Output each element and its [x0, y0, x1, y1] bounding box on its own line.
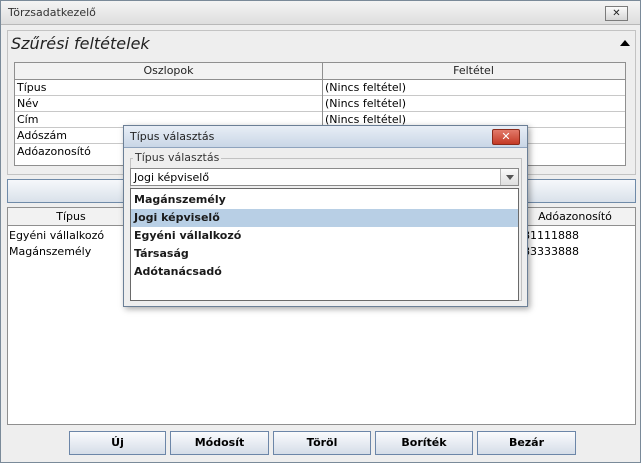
dialog-close-button[interactable]: ✕ [492, 129, 520, 145]
column-header-columns[interactable]: Oszlopok [15, 63, 322, 80]
results-header-type[interactable]: Típus [8, 208, 135, 226]
dialog-title-bar: Típus választás ✕ [124, 126, 527, 148]
filter-row-column[interactable]: Név [15, 96, 322, 112]
table-row-type[interactable]: Egyéni vállalkozó [8, 228, 135, 244]
type-dropdown-list: Magánszemély Jogi képviselő Egyéni válla… [130, 188, 519, 301]
modify-button[interactable]: Módosít [170, 431, 269, 455]
filter-row-condition[interactable]: (Nincs feltétel) [323, 80, 625, 96]
list-item-selected[interactable]: Jogi képviselő [131, 209, 518, 227]
combobox-value: Jogi képviselő [134, 171, 210, 184]
window-close-button[interactable]: ✕ [605, 6, 628, 21]
new-button[interactable]: Új [69, 431, 166, 455]
list-item[interactable]: Egyéni vállalkozó [131, 227, 518, 245]
delete-button[interactable]: Töröl [273, 431, 371, 455]
type-combobox[interactable]: Jogi képviselő [130, 168, 519, 186]
table-row-type[interactable]: Magánszemély [8, 244, 135, 260]
dialog-title: Típus választás [130, 130, 215, 143]
main-window: Törzsadatkezelő ✕ Szűrési feltételek Osz… [0, 0, 641, 463]
table-row-tax-id[interactable]: 881111888 [515, 228, 635, 244]
window-title: Törzsadatkezelő [8, 6, 96, 19]
close-button[interactable]: Bezár [477, 431, 576, 455]
combobox-arrow-button[interactable] [500, 169, 518, 185]
results-header-tax-id[interactable]: Adóazonosító [515, 208, 635, 226]
close-icon: ✕ [612, 8, 621, 19]
list-item[interactable]: Társaság [131, 245, 518, 263]
column-header-condition[interactable]: Feltétel [322, 63, 625, 80]
filter-row-column[interactable]: Típus [15, 80, 322, 96]
collapse-icon[interactable] [620, 40, 630, 46]
type-selection-dialog: Típus választás ✕ Típus választás Jogi k… [123, 125, 528, 307]
title-bar: Törzsadatkezelő ✕ [1, 1, 640, 25]
list-item[interactable]: Adótanácsadó [131, 263, 518, 281]
chevron-down-icon [506, 175, 514, 180]
filter-section-title: Szűrési feltételek [11, 34, 150, 53]
close-icon: ✕ [501, 130, 511, 143]
list-item[interactable]: Magánszemély [131, 191, 518, 209]
table-row-tax-id[interactable]: 883333888 [515, 244, 635, 260]
envelope-button[interactable]: Boríték [375, 431, 473, 455]
group-label: Típus választás [133, 151, 222, 164]
filter-row-condition[interactable]: (Nincs feltétel) [323, 96, 625, 112]
